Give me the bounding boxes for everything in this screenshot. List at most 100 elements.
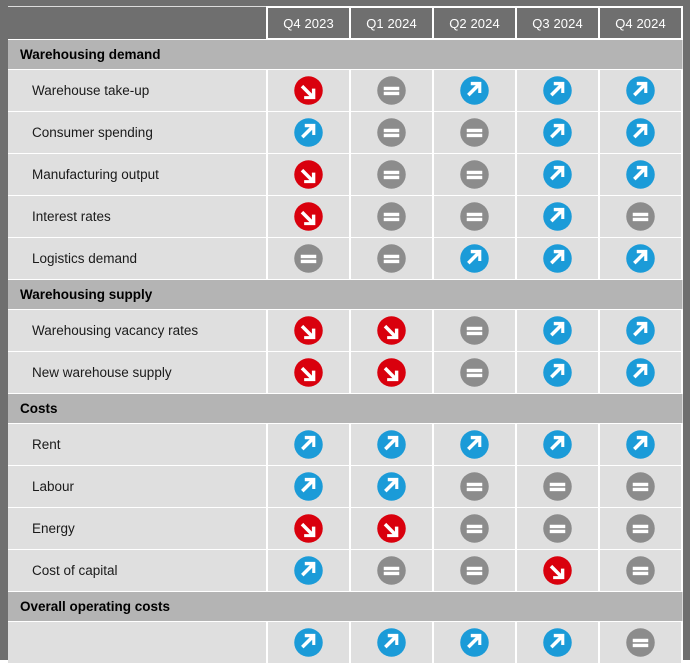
indicator-cell bbox=[432, 68, 517, 112]
equals-icon bbox=[459, 513, 490, 544]
arrow-down-right-icon bbox=[293, 159, 324, 190]
indicator-cell bbox=[266, 548, 351, 592]
equals-icon bbox=[376, 75, 407, 106]
header-row: Q4 2023 Q1 2024 Q2 2024 Q3 2024 Q4 2024 bbox=[8, 6, 683, 40]
row-label: New warehouse supply bbox=[8, 350, 267, 394]
indicator-cell bbox=[598, 194, 683, 238]
equals-icon bbox=[625, 201, 656, 232]
indicator-cell bbox=[266, 236, 351, 280]
indicator-cell bbox=[515, 308, 600, 352]
indicator-cell bbox=[598, 506, 683, 550]
indicator-cell bbox=[598, 110, 683, 154]
arrow-up-right-icon bbox=[625, 243, 656, 274]
indicator-cell bbox=[266, 422, 351, 466]
indicator-cell bbox=[598, 422, 683, 466]
corner-cell bbox=[8, 7, 267, 39]
section-header-row: Overall operating costs bbox=[8, 590, 682, 622]
arrow-up-right-icon bbox=[376, 471, 407, 502]
arrow-up-right-icon bbox=[625, 159, 656, 190]
table-row: Interest rates bbox=[8, 194, 683, 238]
indicator-cell bbox=[432, 110, 517, 154]
indicator-cell bbox=[515, 548, 600, 592]
indicator-cell bbox=[349, 464, 434, 508]
arrow-up-right-icon bbox=[459, 429, 490, 460]
indicator-matrix-frame: Q4 2023 Q1 2024 Q2 2024 Q3 2024 Q4 2024 Ware… bbox=[0, 0, 690, 664]
row-label: Manufacturing output bbox=[8, 152, 267, 196]
indicator-cell bbox=[515, 152, 600, 196]
equals-icon bbox=[376, 243, 407, 274]
table-row: Warehousing vacancy rates bbox=[8, 308, 683, 352]
arrow-up-right-icon bbox=[625, 315, 656, 346]
outlook-indicator-table: Q4 2023 Q1 2024 Q2 2024 Q3 2024 Q4 2024 Ware… bbox=[8, 6, 683, 664]
arrow-up-right-icon bbox=[376, 429, 407, 460]
indicator-cell bbox=[266, 110, 351, 154]
arrow-up-right-icon bbox=[376, 627, 407, 658]
indicator-cell bbox=[432, 236, 517, 280]
arrow-up-right-icon bbox=[293, 471, 324, 502]
indicator-cell bbox=[266, 308, 351, 352]
indicator-cell bbox=[432, 194, 517, 238]
table-row: Energy bbox=[8, 506, 683, 550]
indicator-cell bbox=[349, 152, 434, 196]
arrow-up-right-icon bbox=[542, 75, 573, 106]
indicator-cell bbox=[598, 308, 683, 352]
table-row: Logistics demand bbox=[8, 236, 683, 280]
indicator-cell bbox=[349, 68, 434, 112]
equals-icon bbox=[625, 555, 656, 586]
indicator-cell bbox=[266, 194, 351, 238]
arrow-up-right-icon bbox=[459, 627, 490, 658]
table-row bbox=[8, 620, 683, 664]
indicator-cell bbox=[598, 236, 683, 280]
section-header-row: Costs bbox=[8, 392, 682, 424]
arrow-up-right-icon bbox=[542, 201, 573, 232]
equals-icon bbox=[459, 315, 490, 346]
equals-icon bbox=[459, 357, 490, 388]
indicator-cell bbox=[266, 350, 351, 394]
arrow-up-right-icon bbox=[542, 627, 573, 658]
equals-icon bbox=[376, 117, 407, 148]
indicator-cell bbox=[266, 464, 351, 508]
indicator-cell bbox=[515, 350, 600, 394]
equals-icon bbox=[542, 513, 573, 544]
indicator-cell bbox=[266, 620, 351, 664]
indicator-cell bbox=[598, 620, 683, 664]
arrow-down-right-icon bbox=[542, 555, 573, 586]
table-row: New warehouse supply bbox=[8, 350, 683, 394]
equals-icon bbox=[376, 555, 407, 586]
indicator-cell bbox=[515, 464, 600, 508]
indicator-cell bbox=[349, 236, 434, 280]
equals-icon bbox=[293, 243, 324, 274]
arrow-down-right-icon bbox=[293, 75, 324, 106]
equals-icon bbox=[625, 513, 656, 544]
row-label: Interest rates bbox=[8, 194, 267, 238]
table-body: Warehousing demand Warehouse take-up Consu… bbox=[8, 38, 683, 664]
indicator-cell bbox=[349, 350, 434, 394]
arrow-down-right-icon bbox=[376, 513, 407, 544]
arrow-up-right-icon bbox=[293, 117, 324, 148]
equals-icon bbox=[625, 627, 656, 658]
row-label: Logistics demand bbox=[8, 236, 267, 280]
arrow-up-right-icon bbox=[542, 117, 573, 148]
indicator-cell bbox=[349, 194, 434, 238]
indicator-cell bbox=[515, 620, 600, 664]
indicator-cell bbox=[349, 110, 434, 154]
equals-icon bbox=[459, 201, 490, 232]
arrow-down-right-icon bbox=[293, 315, 324, 346]
indicator-cell bbox=[598, 350, 683, 394]
arrow-down-right-icon bbox=[376, 315, 407, 346]
equals-icon bbox=[459, 159, 490, 190]
indicator-cell bbox=[432, 152, 517, 196]
arrow-up-right-icon bbox=[459, 243, 490, 274]
arrow-up-right-icon bbox=[459, 75, 490, 106]
indicator-cell bbox=[432, 548, 517, 592]
row-label: Warehousing vacancy rates bbox=[8, 308, 267, 352]
table-row: Manufacturing output bbox=[8, 152, 683, 196]
equals-icon bbox=[459, 555, 490, 586]
column-header-5: Q4 2024 bbox=[598, 6, 683, 40]
indicator-cell bbox=[432, 506, 517, 550]
indicator-cell bbox=[598, 152, 683, 196]
section-title: Warehousing demand bbox=[8, 38, 682, 70]
row-label bbox=[8, 620, 267, 664]
table-header: Q4 2023 Q1 2024 Q2 2024 Q3 2024 Q4 2024 bbox=[8, 6, 683, 40]
column-header-4: Q3 2024 bbox=[515, 6, 600, 40]
